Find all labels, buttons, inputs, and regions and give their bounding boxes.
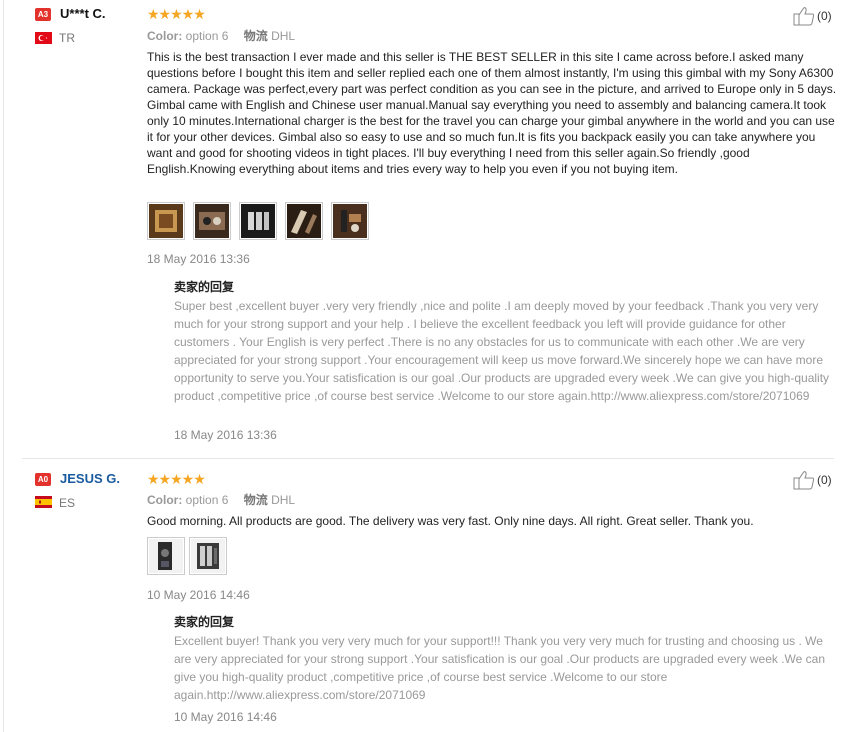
turkey-flag-icon [35,32,52,44]
review-text: This is the best transaction I ever made… [147,50,837,176]
review-photo-thumbnail[interactable] [285,202,323,240]
buyer-country: ES [59,496,76,510]
order-info: Color: option 6 物流 DHL [147,27,295,44]
helpful-button[interactable]: (0) [793,6,832,26]
shipping-value: DHL [271,29,296,43]
seller-reply-title: 卖家的回复 [174,615,235,629]
review-item: A0 JESUS G. ES ★★★★★ Color: option 6 物流 … [0,459,857,732]
seller-reply-date: 10 May 2016 14:46 [174,710,277,724]
review-date: 18 May 2016 13:36 [147,252,250,266]
rating-stars: ★★★★★ [147,471,206,487]
color-label: Color: [147,29,183,43]
review-photo-thumbnail[interactable] [147,537,185,575]
shipping-value: DHL [271,493,296,507]
order-info: Color: option 6 物流 DHL [147,491,295,508]
color-value: option 6 [185,29,229,43]
seller-reply-text: Excellent buyer! Thank you very very muc… [174,634,826,702]
review-photo-thumbnail[interactable] [331,202,369,240]
review-date: 10 May 2016 14:46 [147,588,250,602]
seller-reply-title: 卖家的回复 [174,280,235,294]
review-text: Good morning. All products are good. The… [147,514,754,528]
helpful-count: (0) [817,473,832,487]
review-photos [147,537,227,575]
color-value: option 6 [185,493,229,507]
color-label: Color: [147,493,183,507]
shipping-label: 物流 [243,493,268,507]
shipping-label: 物流 [243,29,268,43]
review-photo-thumbnail[interactable] [239,202,277,240]
helpful-count: (0) [817,9,832,23]
thumbs-up-icon [793,7,815,26]
rating-stars: ★★★★★ [147,6,206,22]
buyer-name[interactable]: U***t C. [60,6,106,21]
review-item: A3 U***t C. TR ★★★★★ Color: option 6 物流 … [0,0,857,458]
review-photo-thumbnail[interactable] [147,202,185,240]
review-photo-thumbnail[interactable] [189,537,227,575]
thumbs-up-icon [793,471,815,490]
buyer-country: TR [59,31,75,45]
review-photo-thumbnail[interactable] [193,202,231,240]
helpful-button[interactable]: (0) [793,470,832,490]
spain-flag-icon [35,496,52,508]
review-photos [147,202,369,240]
buyer-level-badge: A0 [35,473,51,486]
seller-reply-text: Super best ,excellent buyer .very very f… [174,299,830,403]
seller-reply-date: 18 May 2016 13:36 [174,428,277,442]
buyer-name[interactable]: JESUS G. [60,471,120,486]
buyer-level-badge: A3 [35,8,51,21]
